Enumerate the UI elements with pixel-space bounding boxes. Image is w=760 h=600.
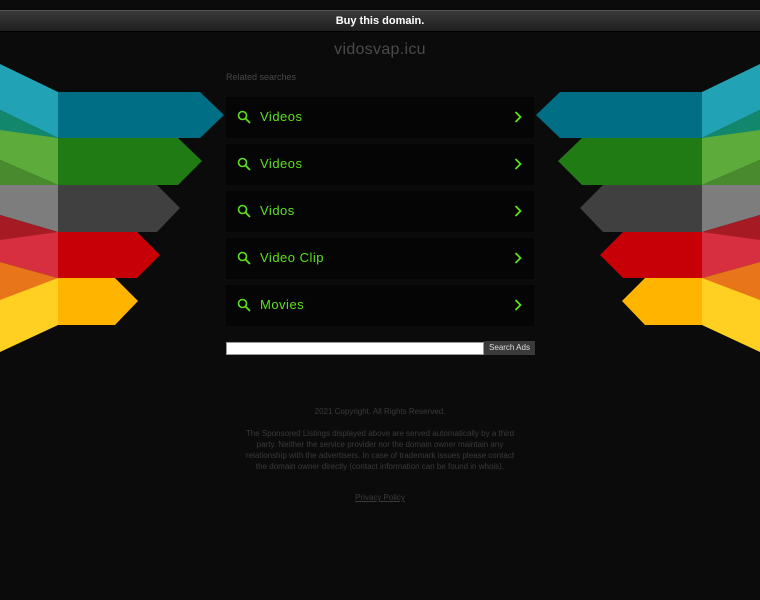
related-link-videos[interactable]: Videos [226,97,534,138]
search-icon [237,298,251,312]
related-link-label: Videos [260,156,303,171]
search-icon [237,251,251,265]
privacy-policy-link[interactable]: Privacy Policy [245,493,515,502]
search-icon [237,204,251,218]
related-searches-title: Related searches [226,72,297,82]
related-link-movies[interactable]: Movies [226,285,534,326]
buy-domain-bar[interactable]: Buy this domain. [0,10,760,32]
search-icon [237,157,251,171]
related-links-list: Videos Videos Vidos Video Clip Movies [226,97,534,332]
copyright-text: 2021 Copyright. All Rights Reserved. [314,407,446,416]
disclaimer-text: The Sponsored Listings displayed above a… [245,429,515,471]
related-link-videos-2[interactable]: Videos [226,144,534,185]
search-input[interactable] [226,342,484,355]
chevron-right-icon [514,252,522,264]
domain-title: vidosvap.icu [334,41,426,58]
related-link-label: Videos [260,109,303,124]
related-link-label: Movies [260,297,305,312]
search-icon [237,110,251,124]
chevron-right-icon [514,111,522,123]
related-link-vidos[interactable]: Vidos [226,191,534,232]
chevron-right-icon [514,205,522,217]
chevron-right-icon [514,299,522,311]
related-link-video-clip[interactable]: Video Clip [226,238,534,279]
related-link-label: Video Clip [260,250,325,265]
search-ads-button[interactable]: Search Ads [484,341,535,355]
related-link-label: Vidos [260,203,295,218]
chevron-right-icon [514,158,522,170]
